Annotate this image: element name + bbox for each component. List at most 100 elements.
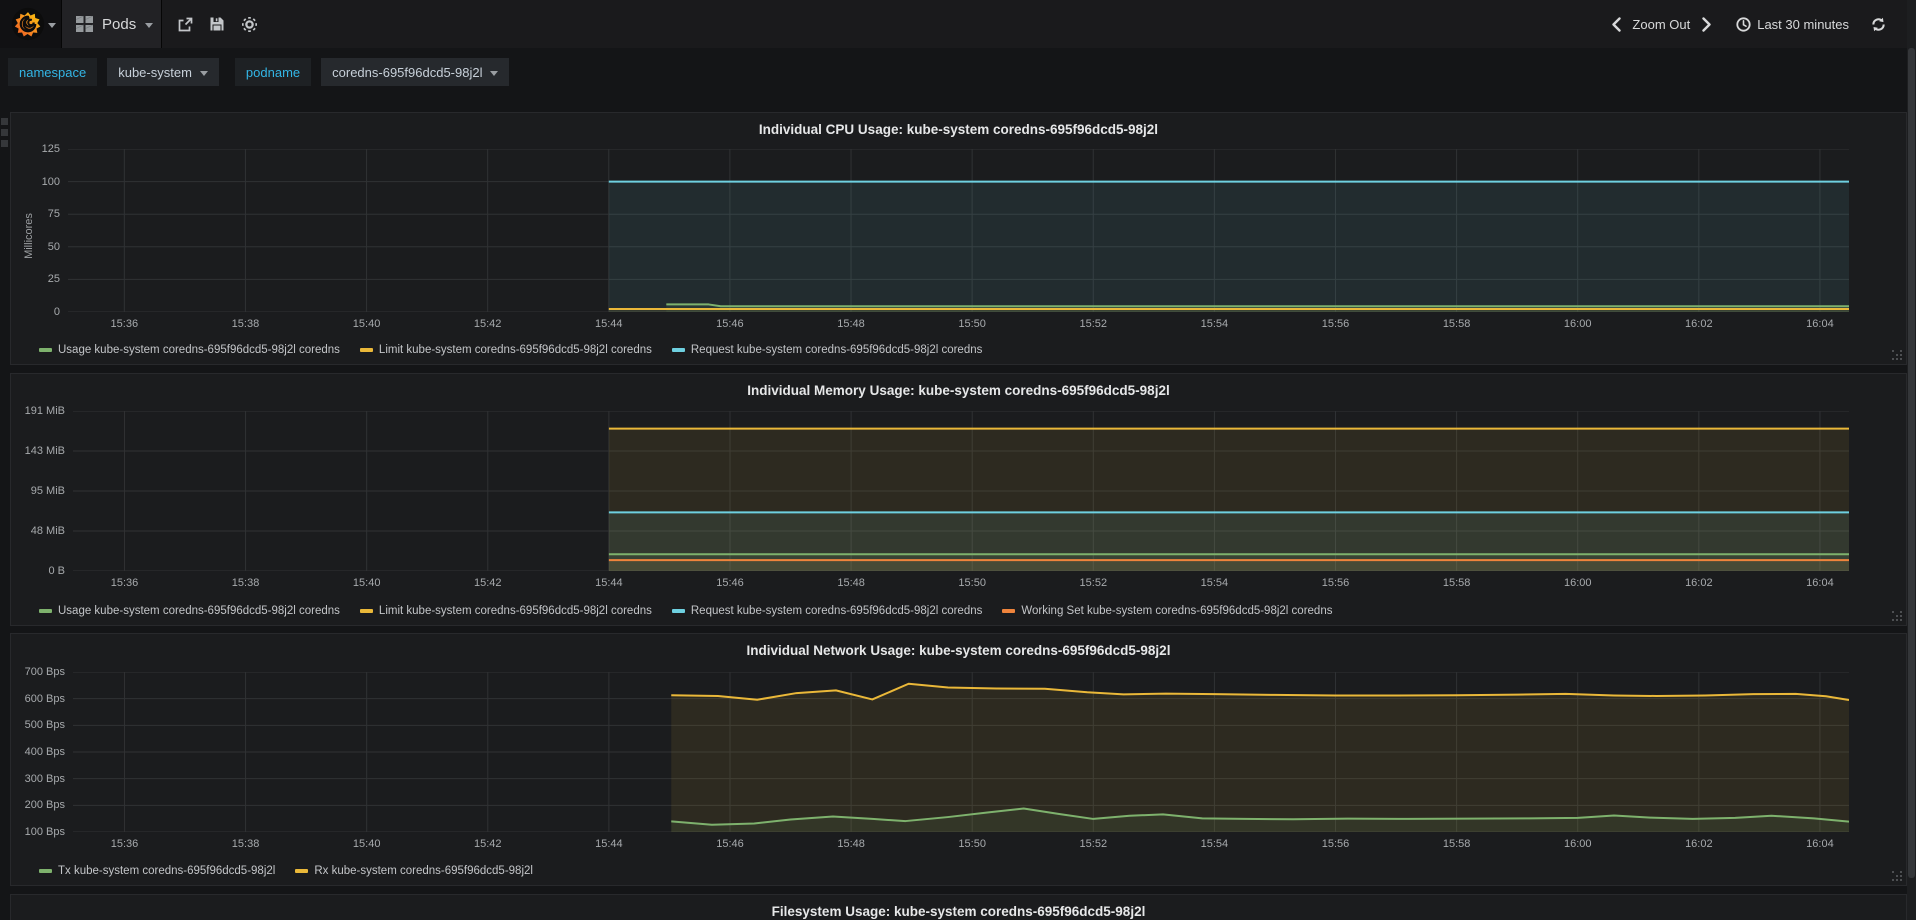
panel-drag-handle[interactable] xyxy=(1,118,9,151)
chevron-down-icon xyxy=(199,70,208,76)
save-icon xyxy=(210,17,224,31)
dashboard-picker[interactable]: Pods xyxy=(62,0,162,48)
podname-variable-label: podname xyxy=(234,58,312,86)
legend-item[interactable]: Request kube-system coredns-695f96dcd5-9… xyxy=(671,605,983,617)
navbar-actions xyxy=(166,0,262,48)
memory-legend: Usage kube-system coredns-695f96dcd5-98j… xyxy=(39,605,1332,617)
legend-series-swatch xyxy=(359,609,373,613)
zoom-out-button[interactable]: Zoom Out xyxy=(1632,17,1690,32)
legend-item[interactable]: Limit kube-system coredns-695f96dcd5-98j… xyxy=(359,344,652,356)
scrollbar-thumb[interactable] xyxy=(1908,48,1915,878)
legend-series-name: Request kube-system coredns-695f96dcd5-9… xyxy=(690,605,983,617)
page-scrollbar xyxy=(1907,0,1916,920)
memory-chart[interactable] xyxy=(73,411,1849,571)
panel-title[interactable]: Individual Network Usage: kube-system co… xyxy=(11,643,1906,658)
y-axis-tick: 191 MiB xyxy=(24,405,65,417)
legend-series-name: Usage kube-system coredns-695f96dcd5-98j… xyxy=(58,344,340,356)
refresh-icon xyxy=(1872,17,1885,31)
y-axis-tick: 200 Bps xyxy=(24,799,65,812)
panel-title[interactable]: Individual Memory Usage: kube-system cor… xyxy=(11,383,1906,398)
x-axis-tick: 15:44 xyxy=(595,318,623,330)
time-range-picker[interactable]: Last 30 minutes xyxy=(1736,17,1849,32)
namespace-variable-label: namespace xyxy=(8,58,98,86)
cpu-chart[interactable] xyxy=(68,149,1849,312)
x-axis-tick: 15:36 xyxy=(110,577,139,589)
legend-series-name: Rx kube-system coredns-695f96dcd5-98j2l xyxy=(314,865,533,877)
x-axis-tick: 15:54 xyxy=(1200,577,1229,589)
x-axis-tick: 15:56 xyxy=(1321,577,1350,589)
y-axis-tick: 125 xyxy=(41,143,60,155)
x-axis-tick: 15:40 xyxy=(352,838,381,850)
panel-memory-usage: Individual Memory Usage: kube-system cor… xyxy=(10,373,1907,626)
x-axis-tick: 15:50 xyxy=(958,577,986,589)
grafana-main-menu[interactable] xyxy=(0,0,62,48)
x-axis-tick: 16:00 xyxy=(1563,838,1592,850)
variable-namespace: namespace kube-system xyxy=(8,58,219,86)
panel-resize-handle[interactable] xyxy=(1892,350,1902,360)
x-axis-tick: 16:00 xyxy=(1563,318,1592,330)
x-axis-tick: 16:04 xyxy=(1806,577,1834,589)
y-axis-tick: 600 Bps xyxy=(24,692,65,705)
legend-series-name: Working Set kube-system coredns-695f96dc… xyxy=(1021,605,1333,617)
x-axis-tick: 15:58 xyxy=(1442,318,1471,330)
x-axis-tick: 15:44 xyxy=(595,577,623,589)
x-axis-tick: 15:58 xyxy=(1442,838,1471,850)
grafana-dashboard: Pods Zoom Out Last 30 minutes namespace … xyxy=(0,0,1916,920)
network-chart[interactable] xyxy=(73,672,1849,832)
legend-item[interactable]: Request kube-system coredns-695f96dcd5-9… xyxy=(671,344,983,356)
y-axis-tick: 400 Bps xyxy=(24,746,65,758)
panel-title[interactable]: Individual CPU Usage: kube-system coredn… xyxy=(11,122,1906,137)
namespace-variable-dropdown[interactable]: kube-system xyxy=(107,58,219,86)
x-axis-tick: 15:54 xyxy=(1200,318,1229,330)
x-axis-tick: 15:44 xyxy=(595,838,623,850)
panel-title[interactable]: Filesystem Usage: kube-system coredns-69… xyxy=(11,904,1906,919)
x-axis-tick: 15:36 xyxy=(110,318,139,330)
time-controls: Zoom Out Last 30 minutes xyxy=(1606,0,1916,48)
refresh-dashboard-button[interactable] xyxy=(1871,17,1886,32)
dashboard-settings-button[interactable] xyxy=(236,0,262,48)
time-range-label: Last 30 minutes xyxy=(1757,16,1849,32)
legend-item[interactable]: Tx kube-system coredns-695f96dcd5-98j2l xyxy=(39,865,275,877)
gear-icon xyxy=(241,16,257,32)
panel-resize-handle[interactable] xyxy=(1892,871,1902,881)
panel-filesystem-usage: Filesystem Usage: kube-system coredns-69… xyxy=(10,894,1907,920)
share-dashboard-button[interactable] xyxy=(172,0,198,48)
chevron-down-icon xyxy=(490,70,499,76)
chevron-down-icon xyxy=(145,22,154,28)
time-shift-forward-button[interactable] xyxy=(1696,9,1716,39)
x-axis-tick: 15:52 xyxy=(1079,318,1107,330)
x-axis-tick: 15:40 xyxy=(352,318,381,330)
podname-variable-dropdown[interactable]: coredns-695f96dcd5-98j2l xyxy=(321,58,510,86)
legend-item[interactable]: Limit kube-system coredns-695f96dcd5-98j… xyxy=(359,605,652,617)
x-axis-tick: 15:50 xyxy=(958,838,986,850)
chevron-left-icon xyxy=(1612,16,1621,32)
legend-series-name: Limit kube-system coredns-695f96dcd5-98j… xyxy=(378,344,652,356)
x-axis-tick: 16:00 xyxy=(1563,577,1592,589)
x-axis-tick: 15:46 xyxy=(716,577,744,589)
panel-resize-handle[interactable] xyxy=(1892,611,1902,621)
x-axis-tick: 15:56 xyxy=(1321,838,1350,850)
dashboard-grid-icon xyxy=(76,16,93,32)
legend-item[interactable]: Rx kube-system coredns-695f96dcd5-98j2l xyxy=(295,865,533,877)
legend-series-name: Tx kube-system coredns-695f96dcd5-98j2l xyxy=(58,865,276,877)
x-axis-tick: 15:52 xyxy=(1079,577,1108,589)
x-axis-tick: 15:42 xyxy=(474,577,502,589)
panel-network-usage: Individual Network Usage: kube-system co… xyxy=(10,633,1907,886)
time-shift-back-button[interactable] xyxy=(1606,9,1626,39)
x-axis-tick: 15:38 xyxy=(231,318,260,330)
y-axis-tick: 75 xyxy=(47,208,60,221)
legend-item[interactable]: Usage kube-system coredns-695f96dcd5-98j… xyxy=(39,344,340,356)
legend-series-swatch xyxy=(39,869,52,873)
save-dashboard-button[interactable] xyxy=(204,0,230,48)
top-navbar: Pods Zoom Out Last 30 minutes xyxy=(0,0,1916,48)
x-axis-tick: 15:46 xyxy=(716,318,744,330)
legend-series-name: Request kube-system coredns-695f96dcd5-9… xyxy=(690,344,983,356)
legend-item[interactable]: Usage kube-system coredns-695f96dcd5-98j… xyxy=(39,605,340,617)
x-axis-tick: 15:42 xyxy=(474,838,502,850)
x-axis-tick: 15:42 xyxy=(473,318,502,330)
legend-item[interactable]: Working Set kube-system coredns-695f96dc… xyxy=(1002,605,1332,617)
y-axis-tick: 48 MiB xyxy=(30,525,65,537)
y-axis-tick: 0 B xyxy=(48,565,65,577)
x-axis-tick: 16:02 xyxy=(1685,318,1713,330)
x-axis-tick: 16:02 xyxy=(1685,838,1713,850)
